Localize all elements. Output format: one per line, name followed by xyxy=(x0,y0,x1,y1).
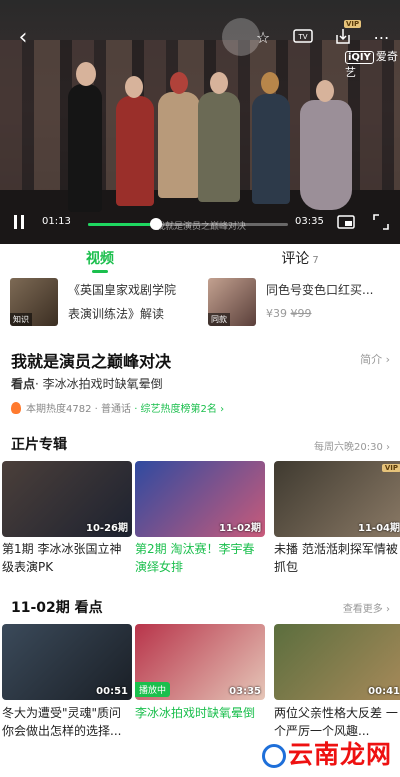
progress-handle[interactable] xyxy=(150,218,162,230)
show-meta: 本期热度4782 · 普通话 · 综艺热度榜第2名 › xyxy=(11,400,224,415)
vip-badge: VIP xyxy=(344,20,362,28)
performer-head xyxy=(316,80,334,102)
duration-badge: 03:35 xyxy=(229,686,261,697)
performer-head xyxy=(261,72,279,94)
episodes-section-title: 正片专辑 xyxy=(11,437,67,453)
promo-tag: 同款 xyxy=(208,313,230,326)
level-text: · 普通话 xyxy=(94,404,131,415)
episode-highlight: 看点· 李冰冰拍戏时缺氧晕倒 xyxy=(11,375,163,392)
brand-logo: iQIY xyxy=(345,51,374,64)
performer xyxy=(68,84,102,212)
more-icon[interactable]: ⋯ xyxy=(370,28,392,47)
vip-download-icon[interactable] xyxy=(332,26,354,48)
see-more-text: 查看更多 xyxy=(342,604,383,615)
tab-comments[interactable]: 评论 7 xyxy=(200,244,400,278)
show-title: 我就是演员之巅峰对决 xyxy=(11,352,172,371)
intro-label: 简介 xyxy=(360,353,383,366)
highlight-card-1[interactable]: 00:51 xyxy=(2,624,132,700)
heat-value: 本期热度4782 xyxy=(26,404,92,415)
performer xyxy=(158,92,200,198)
performer xyxy=(116,96,154,206)
highlight-caption[interactable]: 李冰冰拍戏时缺氧晕倒 xyxy=(135,704,265,722)
progress-fill xyxy=(88,223,156,226)
performer-head xyxy=(210,72,228,94)
promo-product-thumbnail: 同款 xyxy=(208,278,256,326)
now-playing-tag: 播放中 xyxy=(135,682,171,697)
performer-head xyxy=(76,62,96,86)
performer xyxy=(252,94,290,204)
highlight-card-2[interactable]: 播放中 03:35 xyxy=(135,624,265,700)
promo-book-text: 《英国皇家戏剧学院 表演训练法》解读 xyxy=(68,278,176,330)
pause-icon[interactable] xyxy=(12,214,26,230)
duration-badge: 00:41 xyxy=(368,686,400,697)
see-more-link[interactable]: 查看更多 › xyxy=(343,600,390,615)
site-watermark: 云南龙网 xyxy=(262,735,392,771)
episode-caption[interactable]: 未播 范湉湉刺探军情被抓包 xyxy=(274,540,398,576)
promo-tag: 知识 xyxy=(10,313,32,326)
chevron-right-icon: › xyxy=(385,353,390,366)
episode-date-badge: 11-04期 xyxy=(358,523,400,534)
tab-video[interactable]: 视频 xyxy=(0,244,200,278)
performer-head xyxy=(170,72,188,94)
performer-head xyxy=(125,76,143,98)
promo-book-thumbnail: 知识 xyxy=(10,278,58,326)
rank-text: · 综艺热度榜第2名 xyxy=(134,404,217,415)
fire-icon xyxy=(11,401,21,414)
watermark-logo-icon xyxy=(262,744,286,768)
episode-date-badge: 11-02期 xyxy=(219,523,261,534)
episode-card-2[interactable]: 11-02期 xyxy=(135,461,265,537)
star-icon[interactable]: ☆ xyxy=(252,28,274,47)
promo-price: ¥39 ¥99 xyxy=(266,302,373,326)
fullscreen-icon[interactable] xyxy=(372,214,390,230)
episode-caption[interactable]: 第2期 淘汰赛！李宇春演绎女排 xyxy=(135,540,265,576)
watermark-text: 云南龙网 xyxy=(288,740,393,769)
tab-video-label: 视频 xyxy=(86,251,114,267)
svg-text:TV: TV xyxy=(297,33,307,41)
comment-count: 7 xyxy=(312,255,319,266)
promo-book-line1: 《英国皇家戏剧学院 xyxy=(68,283,177,297)
schedule-text: 每周六晚20:30 xyxy=(313,442,383,453)
tab-comments-label: 评论 xyxy=(281,251,310,267)
promo-product-text: 同色号变色口红买... ¥39 ¥99 xyxy=(266,278,373,330)
progress-bar[interactable] xyxy=(88,218,288,230)
price-current: ¥39 xyxy=(266,307,287,320)
video-player[interactable]: ‹ ☆ TV VIP ⋯ iQIY 爱奇艺 我就是演员之巅峰对决 01:13 03… xyxy=(0,0,400,244)
promo-book[interactable]: 知识 《英国皇家戏剧学院 表演训练法》解读 xyxy=(10,278,176,330)
current-time: 01:13 xyxy=(42,216,71,227)
rank-link[interactable]: · 综艺热度榜第2名 › xyxy=(134,400,224,415)
promo-product-line1: 同色号变色口红买... xyxy=(266,283,374,297)
episodes-schedule[interactable]: 每周六晚20:30 › xyxy=(314,438,390,453)
episode-caption[interactable]: 第1期 李冰冰张国立神级表演PK xyxy=(2,540,130,576)
back-icon[interactable]: ‹ xyxy=(12,25,34,50)
highlights-section-title: 11-02期 看点 xyxy=(11,600,103,616)
highlight-card-3[interactable]: 00:41 xyxy=(274,624,400,700)
pip-icon[interactable] xyxy=(336,214,356,230)
duration-badge: 00:51 xyxy=(96,686,128,697)
highlight-text: · 李冰冰拍戏时缺氧晕倒 xyxy=(35,377,163,391)
tv-cast-icon[interactable]: TV xyxy=(292,28,314,46)
vip-badge: VIP xyxy=(381,464,400,472)
player-controls: 01:13 03:35 xyxy=(0,206,400,240)
price-original: ¥99 xyxy=(290,307,312,320)
highlight-caption[interactable]: 冬大为遭受"灵魂"质问你会做出怎样的选择... xyxy=(2,704,130,740)
promo-book-line2: 表演训练法》解读 xyxy=(68,307,165,321)
intro-link[interactable]: 简介 › xyxy=(360,351,390,367)
episode-card-1[interactable]: 10-26期 xyxy=(2,461,132,537)
tab-active-indicator xyxy=(92,270,108,273)
brand-watermark: iQIY 爱奇艺 xyxy=(345,48,400,80)
episode-card-3[interactable]: VIP 11-04期 xyxy=(274,461,400,537)
content-tabs: 视频 评论 7 xyxy=(0,244,400,278)
performer xyxy=(198,92,240,202)
performer xyxy=(300,100,352,210)
highlight-prefix: 看点 xyxy=(11,377,36,391)
total-time: 03:35 xyxy=(295,216,324,227)
episode-date-badge: 10-26期 xyxy=(86,523,128,534)
promo-product[interactable]: 同款 同色号变色口红买... ¥39 ¥99 xyxy=(208,278,373,330)
